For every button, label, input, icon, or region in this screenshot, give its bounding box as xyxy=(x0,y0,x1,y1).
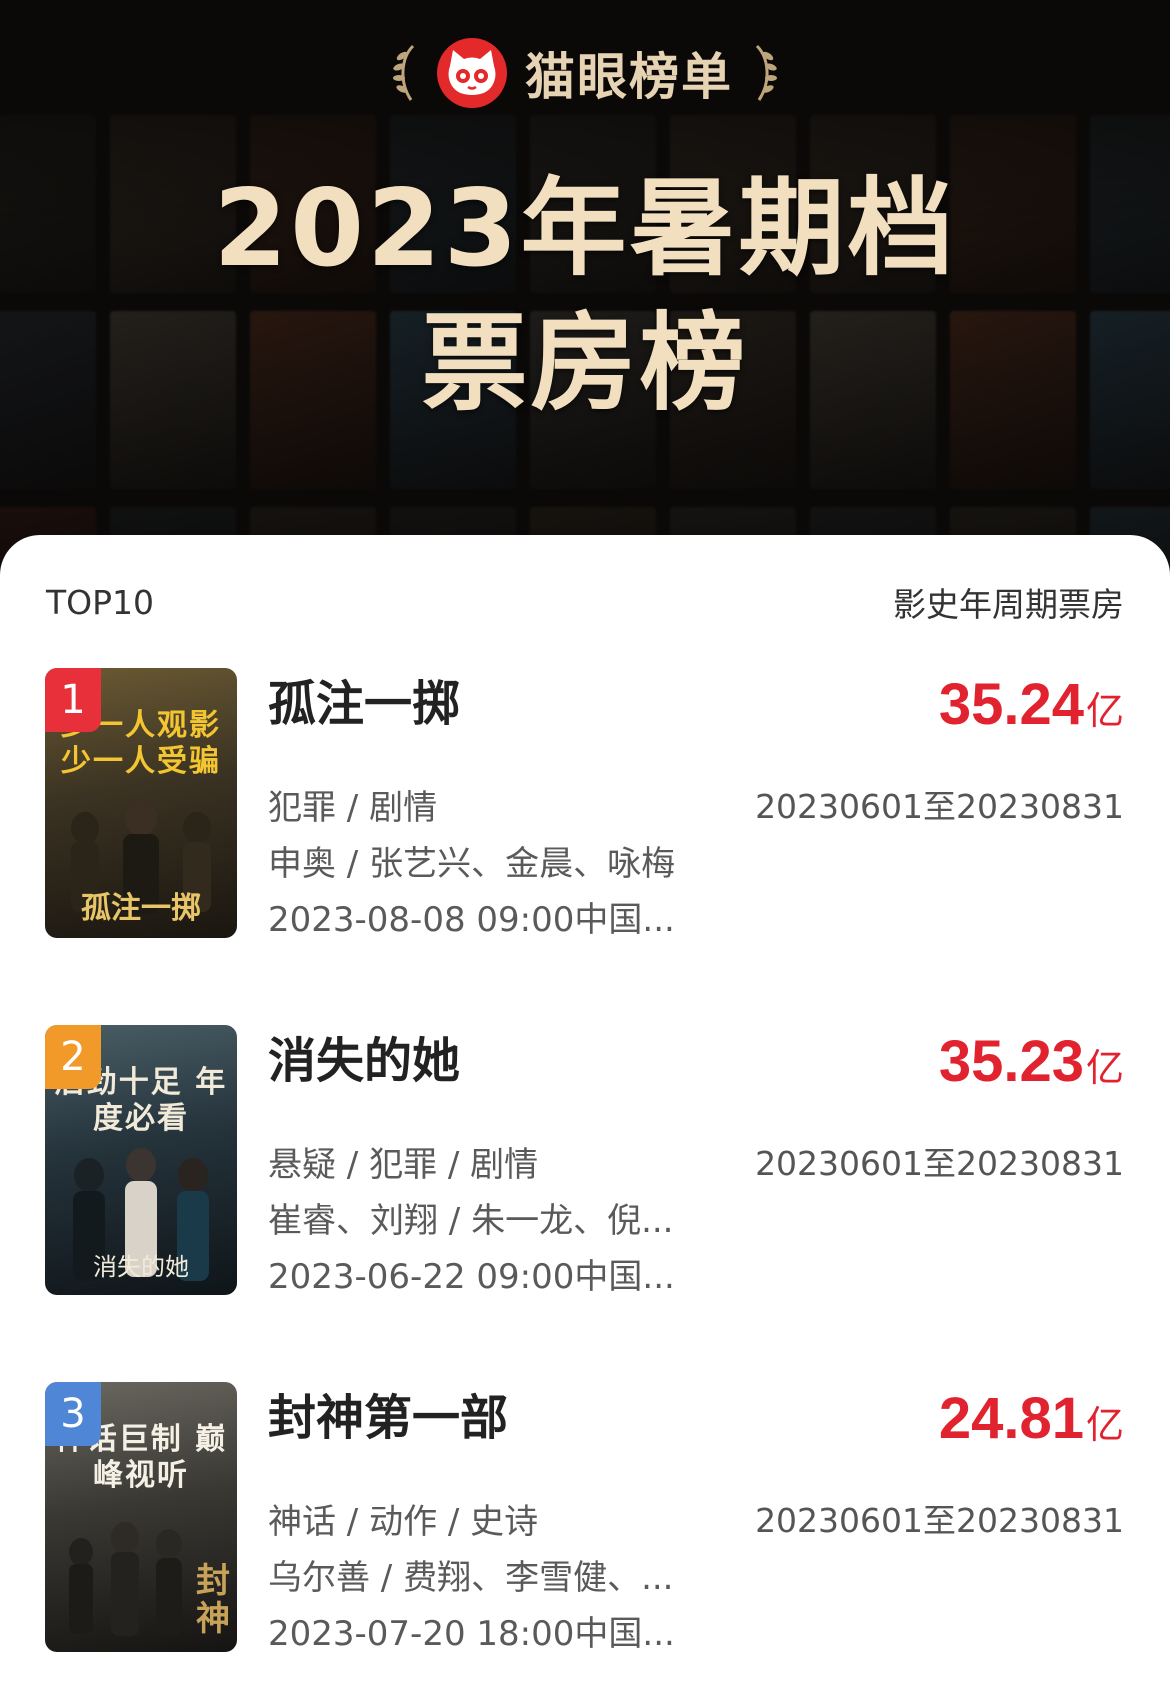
movie-poster[interactable]: 少一人观影 少一人受骗 孤注一掷 1 xyxy=(45,668,237,938)
svg-text:消失的她: 消失的她 xyxy=(93,1253,189,1281)
movie-title[interactable]: 封神第一部 xyxy=(268,1386,508,1450)
top10-label: TOP10 xyxy=(46,582,155,622)
brand-logo: 猫眼榜单 xyxy=(0,38,1170,108)
movie-genres: 悬疑 / 犯罪 / 剧情 xyxy=(268,1145,539,1185)
movie-row-3[interactable]: 神话巨制 巅峰视听 封 神 3 封神第一部 神话 / 动作 / 史诗 乌尔善 /… xyxy=(0,1382,1170,1654)
movie-genres: 犯罪 / 剧情 xyxy=(268,788,438,828)
hero-banner: 猫眼榜单 2023年暑期档 票房榜 xyxy=(0,0,1170,600)
movie-cast: 乌尔善 / 费翔、李雪健、... xyxy=(268,1558,674,1598)
movie-title[interactable]: 消失的她 xyxy=(268,1029,460,1093)
page-title-line-2: 票房榜 xyxy=(421,302,749,425)
gross-value: 24.81 xyxy=(938,1386,1084,1451)
movie-row-2[interactable]: 后劲十足 年度必看 消失的她 2 消失的她 悬疑 / 犯罪 / 剧情 崔睿、刘翔… xyxy=(0,1025,1170,1297)
rank-badge: 3 xyxy=(45,1382,101,1446)
maoyan-cat-icon xyxy=(437,38,507,108)
svg-text:孤注一掷: 孤注一掷 xyxy=(81,891,201,926)
gross-unit: 亿 xyxy=(1085,1403,1124,1447)
poster-figures: 封 神 xyxy=(69,1522,230,1639)
poster-figures: 消失的她 xyxy=(73,1148,209,1281)
list-header: TOP10 影史年周期票房 xyxy=(46,580,1124,625)
movie-poster[interactable]: 神话巨制 巅峰视听 封 神 3 xyxy=(45,1382,237,1652)
gross-period: 20230601至20230831 xyxy=(755,1501,1124,1540)
movie-cast: 崔睿、刘翔 / 朱一龙、倪... xyxy=(268,1201,674,1241)
box-office-period-label: 影史年周期票房 xyxy=(893,585,1124,624)
rank-badge: 1 xyxy=(45,668,101,732)
svg-text:神: 神 xyxy=(196,1599,230,1639)
rank-badge: 2 xyxy=(45,1025,101,1089)
gross-unit: 亿 xyxy=(1085,1046,1124,1090)
svg-text:封: 封 xyxy=(196,1561,230,1601)
gross-period: 20230601至20230831 xyxy=(755,787,1124,826)
gross-unit: 亿 xyxy=(1085,689,1124,733)
movie-cast: 申奥 / 张艺兴、金晨、咏梅 xyxy=(268,844,676,884)
brand-name: 猫眼榜单 xyxy=(525,48,733,106)
box-office-gross: 24.81亿 xyxy=(939,1384,1124,1469)
gross-value: 35.24 xyxy=(938,672,1084,737)
movie-row-1[interactable]: 少一人观影 少一人受骗 孤注一掷 1 孤注一掷 犯罪 / 剧情 申奥 / 张艺兴… xyxy=(0,668,1170,940)
poster-figures: 孤注一掷 xyxy=(71,800,211,926)
movie-release: 2023-07-20 18:00中国... xyxy=(268,1614,675,1654)
movie-title[interactable]: 孤注一掷 xyxy=(268,672,460,736)
page-title-line-1: 2023年暑期档 xyxy=(213,167,957,290)
movie-poster[interactable]: 后劲十足 年度必看 消失的她 2 xyxy=(45,1025,237,1295)
box-office-gross: 35.23亿 xyxy=(939,1027,1124,1112)
gross-value: 35.23 xyxy=(938,1029,1084,1094)
movie-release: 2023-06-22 09:00中国... xyxy=(268,1257,675,1297)
movie-genres: 神话 / 动作 / 史诗 xyxy=(268,1502,539,1542)
page: 猫眼榜单 2023年暑期档 票房榜 TOP10 影史年周期票房 少一人观影 少一… xyxy=(0,0,1170,1692)
box-office-gross: 35.24亿 xyxy=(939,670,1124,755)
laurel-left-icon xyxy=(393,44,415,101)
movie-release: 2023-08-08 09:00中国... xyxy=(268,900,675,940)
laurel-right-icon xyxy=(755,44,777,101)
gross-period: 20230601至20230831 xyxy=(755,1144,1124,1183)
